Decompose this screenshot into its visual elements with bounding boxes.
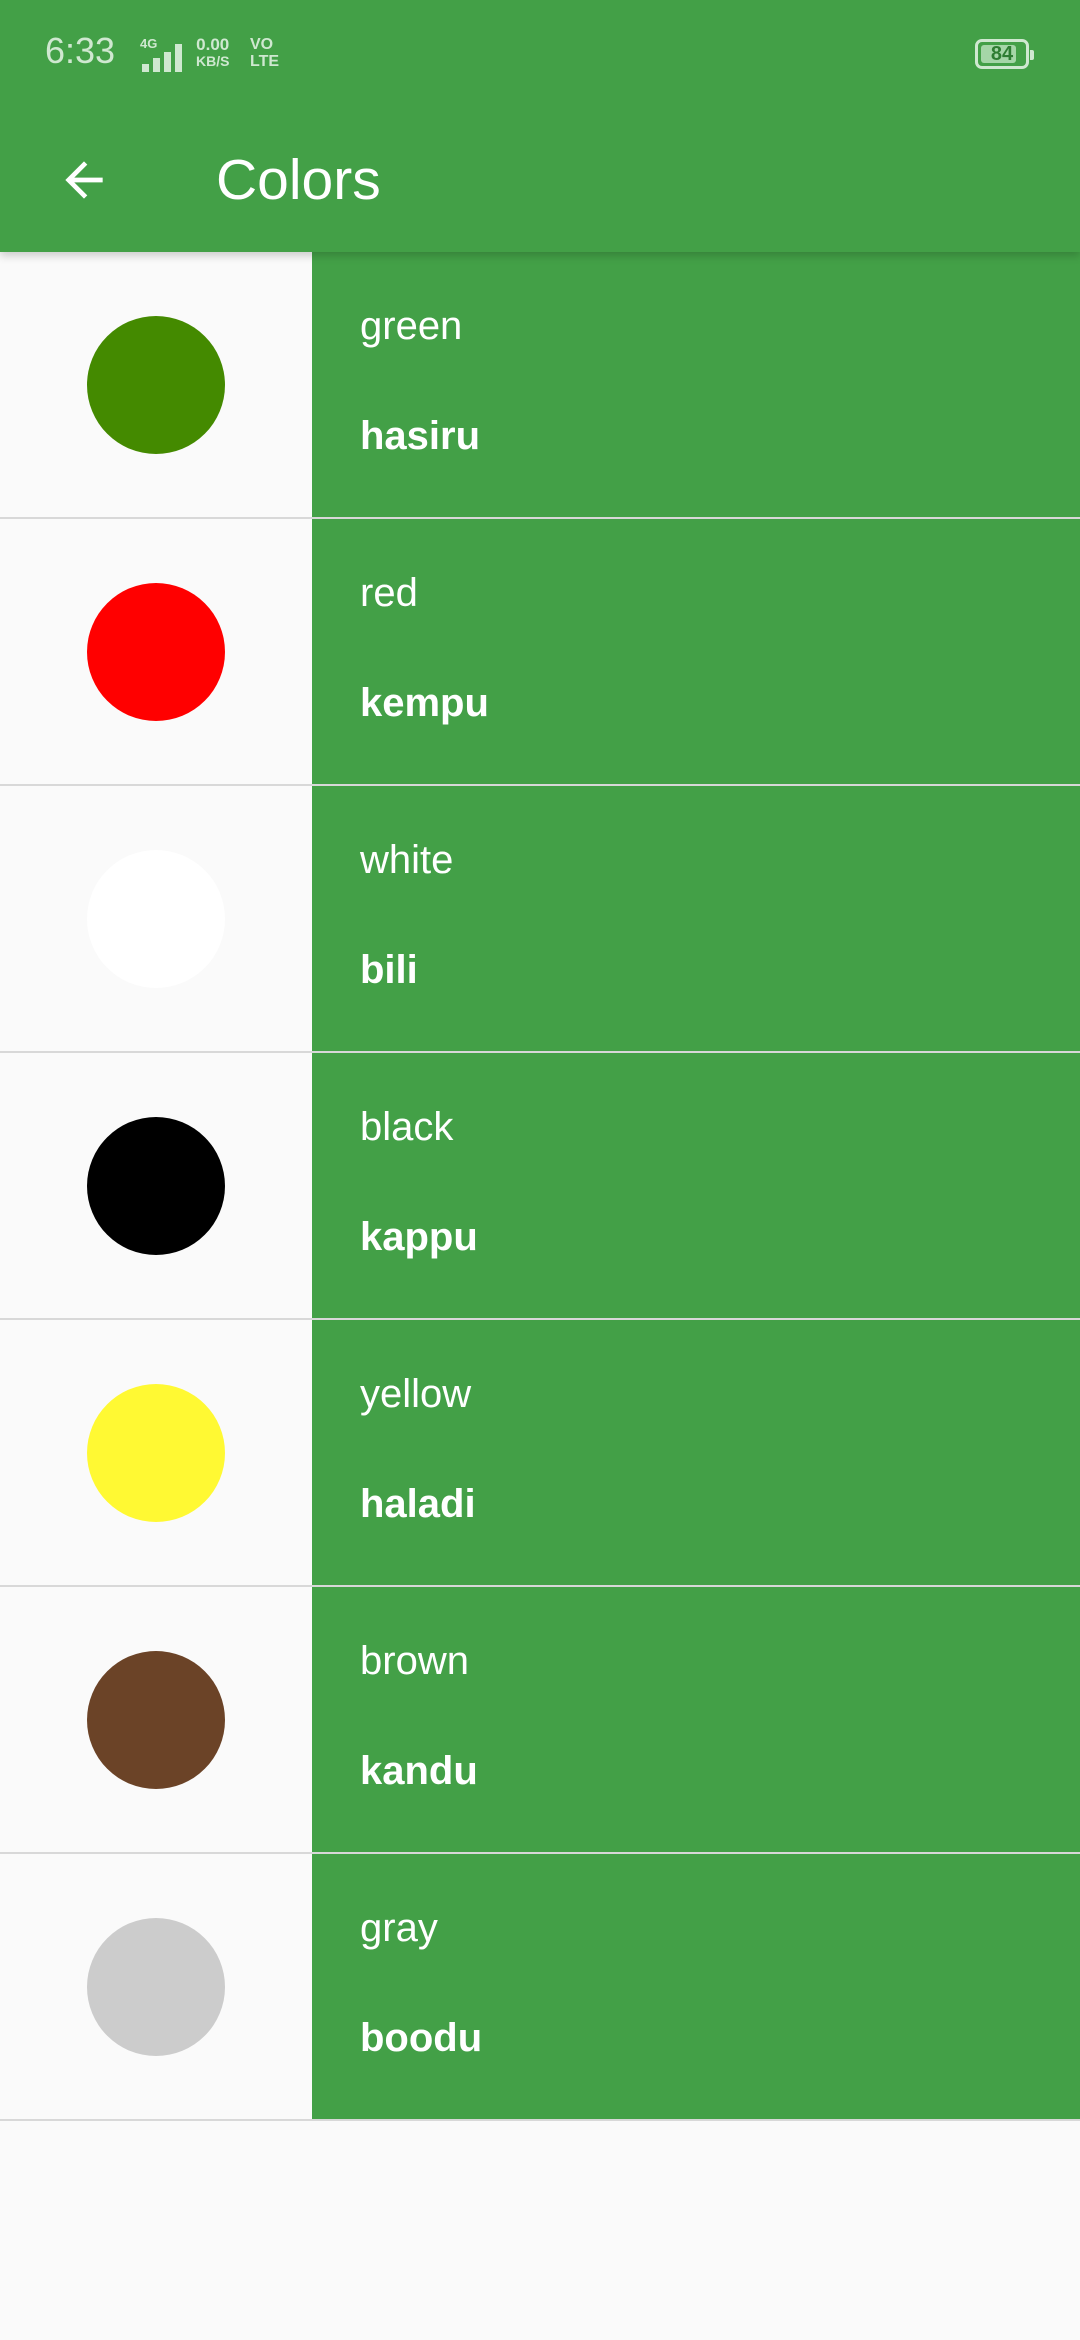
word-panel: green hasiru [312, 252, 1080, 517]
page-title: Colors [216, 148, 381, 212]
english-word: brown [360, 1639, 469, 1683]
english-word: gray [360, 1906, 438, 1950]
word-panel: gray boodu [312, 1854, 1080, 2119]
color-swatch [87, 1384, 225, 1522]
volte-indicator: VO LTE [250, 36, 279, 70]
battery-level: 84 [990, 43, 1014, 65]
word-panel: brown kandu [312, 1587, 1080, 1852]
translated-word: kandu [360, 1749, 478, 1793]
translated-word: kappu [360, 1215, 478, 1259]
divider [0, 2119, 1080, 2121]
arrow-left-icon [65, 161, 103, 199]
network-speed-unit: KB/S [196, 53, 230, 69]
signal-icon [142, 44, 202, 72]
color-swatch [87, 1651, 225, 1789]
translated-word: haladi [360, 1482, 476, 1526]
swatch-cell [0, 519, 312, 784]
swatch-cell [0, 1053, 312, 1318]
color-list: green hasiru red kempu white bili black kappu ye… [0, 252, 1080, 2121]
translated-word: bili [360, 948, 418, 992]
color-swatch [87, 316, 225, 454]
volte-top: VO [250, 36, 274, 53]
network-speed: 0.00 KB/S [196, 36, 229, 70]
list-item-brown[interactable]: brown kandu [0, 1587, 1080, 1854]
list-item-green[interactable]: green hasiru [0, 252, 1080, 519]
english-word: black [360, 1105, 454, 1149]
toolbar: Colors [0, 108, 1080, 252]
word-panel: yellow haladi [312, 1320, 1080, 1585]
translated-word: kempu [360, 681, 489, 725]
english-word: white [360, 838, 454, 882]
list-item-yellow[interactable]: yellow haladi [0, 1320, 1080, 1587]
status-time: 6:33 [45, 30, 116, 71]
swatch-cell [0, 1587, 312, 1852]
word-panel: white bili [312, 786, 1080, 1051]
english-word: green [360, 304, 463, 348]
status-bar: 6:33 4G 0.00 KB/S VO LTE 84 [0, 0, 1080, 108]
translated-word: hasiru [360, 414, 481, 458]
list-item-gray[interactable]: gray boodu [0, 1854, 1080, 2121]
network-indicator: 4G 0.00 KB/S VO LTE [130, 36, 290, 76]
word-panel: red kempu [312, 519, 1080, 784]
translated-word: boodu [360, 2016, 483, 2060]
list-item-red[interactable]: red kempu [0, 519, 1080, 786]
color-swatch [87, 1918, 225, 2056]
color-swatch [87, 1117, 225, 1255]
app-bar: 6:33 4G 0.00 KB/S VO LTE 84 Colors [0, 0, 1080, 252]
swatch-cell [0, 1320, 312, 1585]
color-swatch [87, 583, 225, 721]
network-speed-value: 0.00 [196, 35, 230, 54]
english-word: yellow [360, 1372, 472, 1416]
back-button[interactable] [36, 132, 132, 228]
english-word: red [360, 571, 418, 615]
swatch-cell [0, 786, 312, 1051]
swatch-cell [0, 1854, 312, 2119]
list-item-black[interactable]: black kappu [0, 1053, 1080, 1320]
color-swatch [87, 850, 225, 988]
word-panel: black kappu [312, 1053, 1080, 1318]
volte-bottom: LTE [250, 53, 280, 70]
swatch-cell [0, 252, 312, 517]
list-item-white[interactable]: white bili [0, 786, 1080, 1053]
battery-icon: 84 [975, 39, 1034, 69]
